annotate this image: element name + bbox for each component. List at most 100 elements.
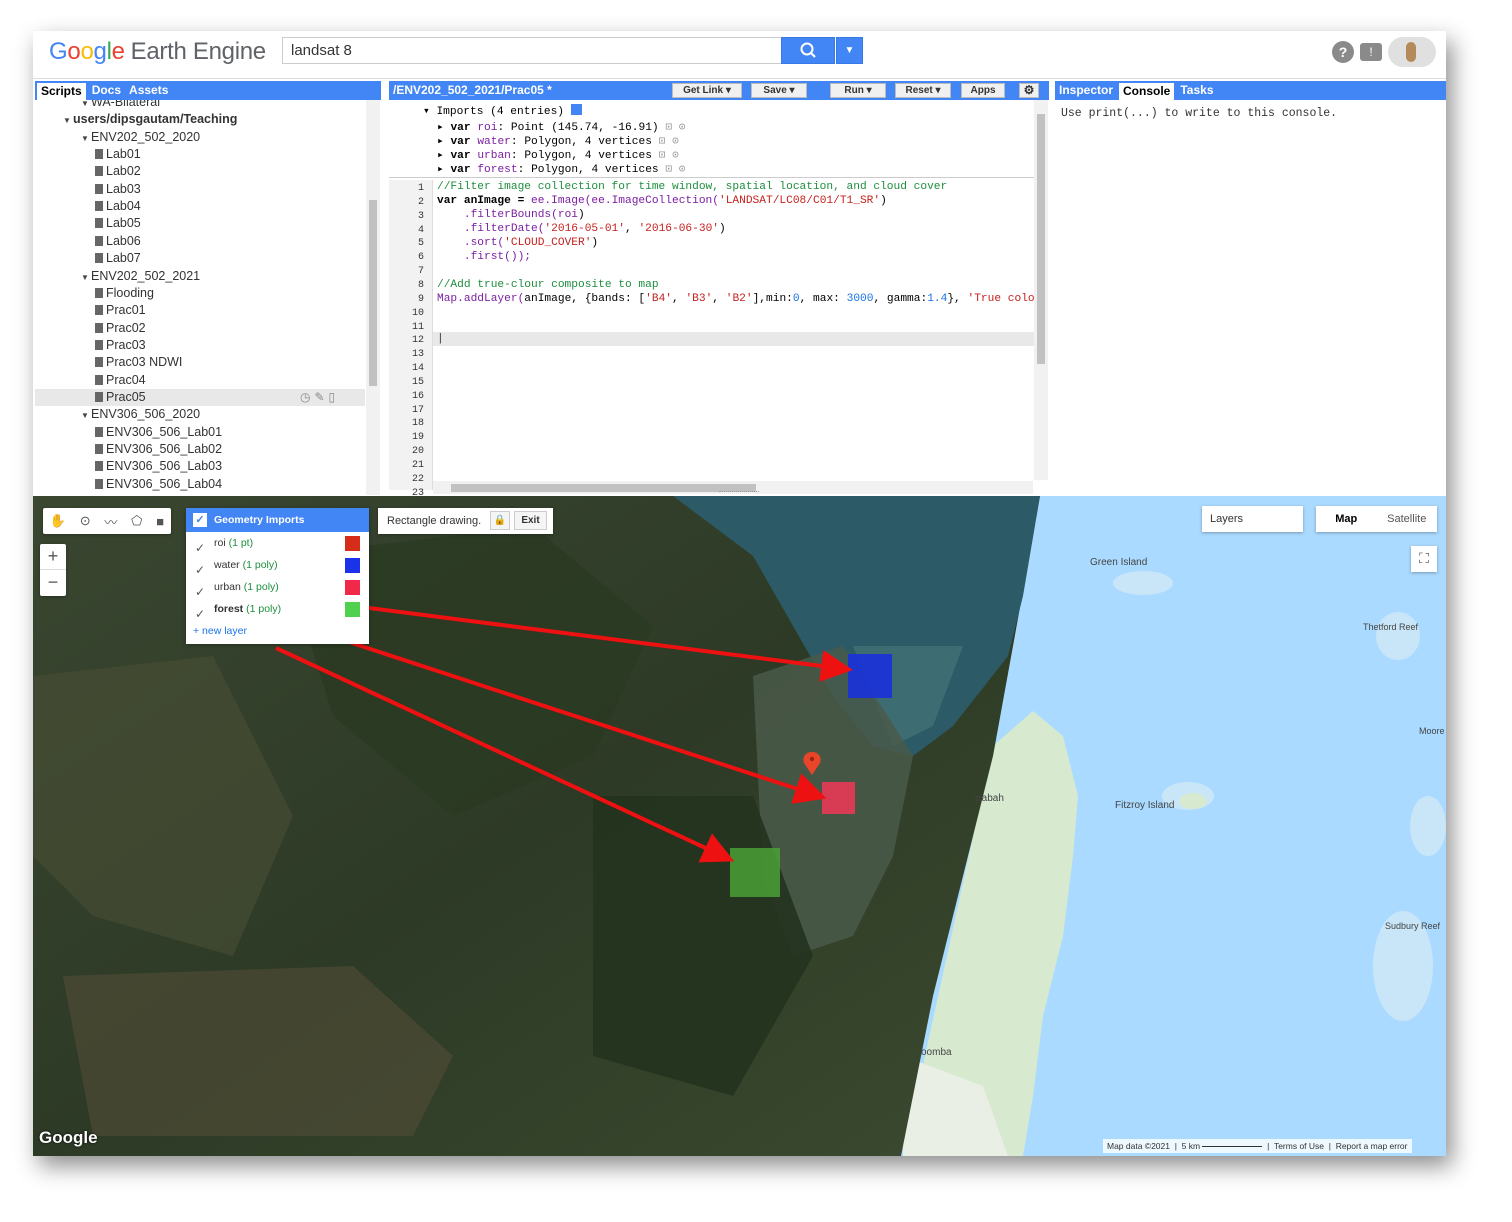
avatar[interactable] — [1388, 37, 1436, 67]
script-file-item[interactable]: ENV306_506_Lab04 — [95, 476, 222, 493]
zoom-out-button[interactable]: − — [40, 570, 66, 596]
geometry-layer-roi[interactable]: ✓ roi (1 pt) — [186, 532, 369, 555]
script-file-item[interactable]: Flooding — [95, 285, 154, 302]
script-file-item[interactable]: Prac01 — [95, 302, 146, 319]
help-icon[interactable]: ? — [1332, 41, 1354, 63]
code-line[interactable]: .filterBounds(roi) — [437, 208, 585, 222]
reset-button[interactable]: Reset ▾ — [895, 83, 951, 98]
color-swatch[interactable] — [345, 536, 360, 551]
chevron-down-icon[interactable]: ▼ — [81, 269, 91, 286]
add-marker-icon[interactable]: ⊙ — [80, 513, 91, 529]
tab-console[interactable]: Console — [1119, 83, 1175, 100]
code-line[interactable]: //Filter image collection for time windo… — [437, 180, 947, 194]
search-input[interactable]: landsat 8 — [282, 37, 781, 64]
scrollbar-thumb[interactable] — [451, 484, 756, 492]
geometry-layer-water[interactable]: ✓ water (1 poly) — [186, 554, 369, 577]
code-line[interactable]: var anImage = ee.Image(ee.ImageCollectio… — [437, 194, 887, 208]
code-line[interactable]: .sort('CLOUD_COVER') — [437, 236, 598, 250]
terms-link[interactable]: Terms of Use — [1274, 1141, 1324, 1151]
script-file-item[interactable]: Prac03 NDWI — [95, 354, 182, 371]
script-file-item[interactable]: Lab05 — [95, 215, 141, 232]
geometry-layer-urban[interactable]: ✓ urban (1 poly) — [186, 576, 369, 599]
geometry-layer-forest[interactable]: ✓ forest (1 poly) — [186, 598, 369, 621]
draw-rectangle-icon[interactable]: ■ — [156, 514, 164, 529]
editor-scrollbar[interactable] — [1034, 100, 1048, 480]
feedback-icon[interactable]: ! — [1360, 43, 1382, 61]
search-dropdown-button[interactable]: ▼ — [836, 37, 863, 64]
script-file-item[interactable]: Lab04 — [95, 198, 141, 215]
scrollbar-thumb[interactable] — [1037, 114, 1045, 364]
script-file-item[interactable]: ENV306_506_Lab02 — [95, 441, 222, 458]
map-type-map-button[interactable]: Map — [1316, 506, 1377, 532]
chevron-down-icon[interactable]: ▼ — [81, 130, 91, 147]
panel-resize-handle[interactable] — [719, 491, 759, 494]
script-file-item[interactable]: Lab07 — [95, 250, 141, 267]
forest-polygon[interactable] — [730, 848, 780, 897]
script-file-item[interactable]: Prac03 — [95, 337, 146, 354]
imports-header[interactable]: ▾ Imports (4 entries) — [423, 104, 582, 118]
code-line[interactable]: .first()); — [437, 250, 531, 264]
apps-button[interactable]: Apps — [961, 83, 1005, 98]
script-file-item[interactable]: Prac05 ◷✎▯ — [35, 388, 365, 406]
tab-scripts[interactable]: Scripts — [37, 83, 86, 100]
tab-docs[interactable]: Docs — [88, 81, 125, 100]
import-forest[interactable]: ▸ var forest: Polygon, 4 vertices ⊡ ⊙ — [437, 163, 686, 177]
checkbox-icon[interactable]: ✓ — [193, 513, 207, 527]
layers-control[interactable]: Layers — [1202, 506, 1303, 532]
script-file-item[interactable]: Lab03 — [95, 181, 141, 198]
save-button[interactable]: Save ▾ — [751, 83, 807, 98]
water-polygon[interactable] — [848, 654, 892, 698]
import-roi[interactable]: ▸ var roi: Point (145.74, -16.91) ⊡ ⊙ — [437, 121, 686, 135]
code-editor[interactable]: ▾ Imports (4 entries) ▸ var roi: Point (… — [389, 100, 1049, 499]
script-folder-item[interactable]: ▼ ENV202_502_2021 — [81, 268, 200, 285]
new-layer-link[interactable]: + new layer — [186, 620, 369, 642]
import-edit-icons[interactable]: ⊡ ⊙ — [665, 122, 685, 134]
tab-assets[interactable]: Assets — [125, 81, 172, 100]
script-folder-item[interactable]: ▼ users/dipsgautam/Teaching — [63, 111, 237, 128]
script-file-item[interactable]: Lab01 — [95, 146, 141, 163]
fullscreen-icon[interactable]: ⛶ — [1411, 546, 1437, 572]
script-file-item[interactable]: ENV306_506_Lab03 — [95, 458, 222, 475]
import-urban[interactable]: ▸ var urban: Polygon, 4 vertices ⊡ ⊙ — [437, 149, 679, 163]
color-swatch[interactable] — [345, 558, 360, 573]
code-line[interactable]: Map.addLayer(anImage, {bands: ['B4', 'B3… — [437, 292, 1048, 306]
script-file-item[interactable]: Lab06 — [95, 233, 141, 250]
tab-inspector[interactable]: Inspector — [1055, 81, 1117, 100]
script-folder-item[interactable]: ▼ ENV202_502_2020 — [81, 129, 200, 146]
script-file-item[interactable]: Lab02 — [95, 163, 141, 180]
script-file-item[interactable]: Prac04 — [95, 372, 146, 389]
run-button[interactable]: Run ▾ — [830, 83, 886, 98]
zoom-in-button[interactable]: + — [40, 544, 66, 570]
import-edit-icons[interactable]: ⊡ ⊙ — [659, 136, 679, 148]
settings-gear-icon[interactable]: ⚙ — [1019, 83, 1039, 98]
script-folder-item[interactable]: ▼ ENV306_506_2020 — [81, 406, 200, 423]
chevron-down-icon[interactable]: ▼ — [81, 100, 91, 112]
earth-engine-logo[interactable]: Google Earth Engine — [49, 38, 266, 66]
pan-hand-icon[interactable]: ✋ — [50, 513, 66, 529]
chevron-down-icon[interactable]: ▼ — [63, 112, 73, 129]
search-button[interactable] — [781, 37, 835, 64]
script-file-item[interactable]: ENV306_506_Lab01 — [95, 424, 222, 441]
imports-doc-icon[interactable] — [570, 104, 582, 115]
draw-line-icon[interactable]: 〰 — [104, 512, 117, 531]
checkbox-icon[interactable]: ✓ — [195, 603, 205, 625]
map-view[interactable]: ✋ ⊙ 〰 ⬠ ■ + − ✓ Geometry Imports ✓ roi (… — [33, 496, 1446, 1156]
lock-icon[interactable]: 🔒 — [490, 511, 510, 530]
urban-polygon[interactable] — [822, 782, 855, 814]
code-line[interactable]: //Add true-clour composite to map — [437, 278, 659, 292]
exit-drawing-button[interactable]: Exit — [514, 511, 547, 530]
script-folder-item[interactable]: ▼ WA-Bilateral — [81, 100, 160, 111]
color-swatch[interactable] — [345, 602, 360, 617]
import-edit-icons[interactable]: ⊡ ⊙ — [665, 164, 685, 176]
import-edit-icons[interactable]: ⊡ ⊙ — [659, 150, 679, 162]
import-water[interactable]: ▸ var water: Polygon, 4 vertices ⊡ ⊙ — [437, 135, 679, 149]
chevron-down-icon[interactable]: ▼ — [81, 407, 91, 424]
map-type-satellite-button[interactable]: Satellite — [1377, 506, 1438, 532]
code-line[interactable]: .filterDate('2016-05-01', '2016-06-30') — [437, 222, 726, 236]
script-file-item[interactable]: Prac02 — [95, 320, 146, 337]
color-swatch[interactable] — [345, 580, 360, 595]
geometry-imports-header[interactable]: ✓ Geometry Imports — [186, 508, 369, 532]
scripts-scrollbar[interactable] — [366, 100, 380, 495]
report-error-link[interactable]: Report a map error — [1336, 1141, 1408, 1151]
file-action-icons[interactable]: ◷✎▯ — [300, 389, 339, 406]
